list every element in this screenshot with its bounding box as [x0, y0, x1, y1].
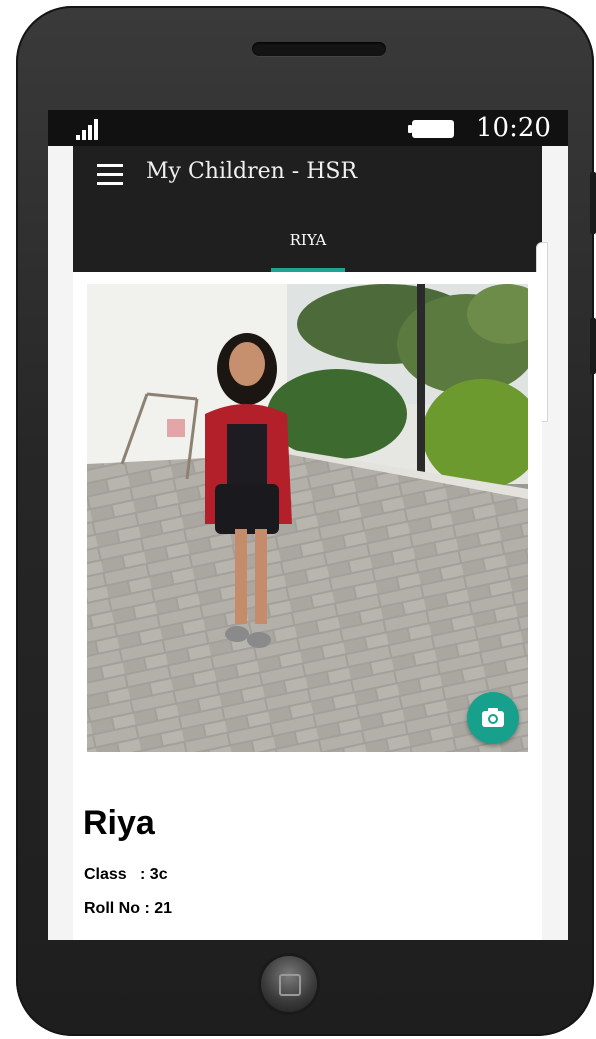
phone-speaker — [252, 42, 386, 56]
app-title: My Children - HSR — [146, 159, 358, 184]
status-time: 10:20 — [476, 113, 551, 143]
status-bar: 10:20 — [48, 110, 568, 146]
signal-icon — [76, 118, 102, 140]
power-button — [590, 318, 596, 374]
battery-icon — [408, 120, 454, 138]
child-profile-card: Riya Class : 3c Roll No : 21 — [73, 272, 542, 940]
child-class: Class : 3c — [84, 866, 168, 883]
volume-button — [590, 172, 596, 234]
tab-riya[interactable]: RIYA — [271, 224, 345, 272]
child-roll-number: Roll No : 21 — [84, 900, 173, 917]
screen: 10:20 My Children - HSR RIYA Riya Class … — [48, 110, 568, 940]
child-photo — [87, 284, 528, 752]
home-button[interactable] — [261, 956, 317, 1012]
camera-icon — [482, 708, 504, 727]
tab-label: RIYA — [289, 231, 327, 249]
change-photo-button[interactable] — [467, 692, 519, 744]
hamburger-menu-icon[interactable] — [97, 164, 123, 186]
home-button-icon — [279, 974, 301, 996]
child-name: Riya — [83, 804, 155, 842]
app-bar: My Children - HSR RIYA — [73, 146, 542, 272]
